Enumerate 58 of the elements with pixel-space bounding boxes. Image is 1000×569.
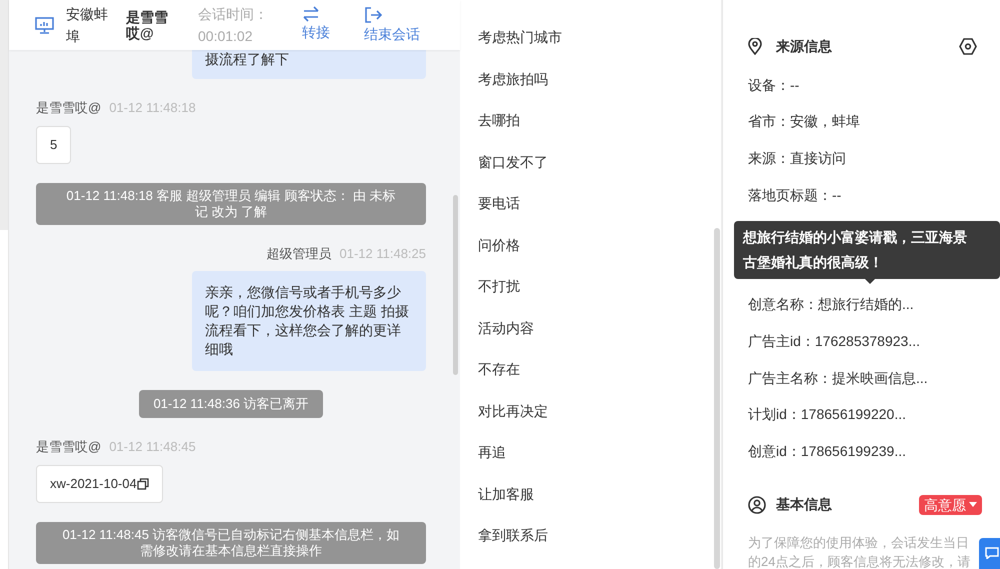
message-time: 01-12 11:48:25	[340, 244, 426, 262]
quick-reply-item[interactable]: 考虑热门城市	[478, 26, 721, 68]
info-row-text: 省市：安徽，蚌埠	[748, 112, 860, 132]
quick-reply-item[interactable]: 去哪拍	[478, 109, 721, 150]
sender-name: 超级管理员	[266, 244, 332, 262]
quick-reply-item[interactable]: 不打扰	[478, 275, 721, 316]
visitor-location: 安徽蚌埠	[66, 5, 109, 46]
system-notice: 01-12 11:48:45 访客微信号已自动标记右侧基本信息栏，如需修改请在基本信息栏直接操作	[36, 522, 426, 564]
quick-reply-item[interactable]: 不存在	[478, 358, 721, 400]
caret-icon	[969, 502, 977, 508]
info-row-text: 创意id：178656199239...	[748, 442, 906, 461]
message-text: xw-2021-10-04	[50, 474, 137, 493]
quick-reply-item[interactable]: 问价格	[478, 234, 721, 275]
quick-reply-item[interactable]: 活动内容	[478, 316, 721, 358]
message-bubble: 摄流程了解下	[192, 50, 426, 79]
scrollbar[interactable]	[453, 195, 458, 375]
message-time: 01-12 11:48:18	[109, 99, 196, 117]
exit-icon	[364, 6, 382, 24]
scrollbar[interactable]	[714, 228, 720, 569]
system-notice: 01-12 11:48:36 访客已离开	[139, 390, 323, 418]
visitor-name: 是雪雪哎@	[126, 9, 169, 41]
session-timer: 00:01:02	[198, 27, 254, 46]
section-title: 来源信息	[776, 36, 832, 56]
info-row-text: 广告主名称：提米映画信息...	[748, 368, 928, 388]
quick-reply-item[interactable]: 窗口发不了	[478, 150, 721, 192]
info-row-text: 设备：--	[748, 76, 800, 95]
end-session-button[interactable]: 结束会话	[364, 6, 420, 44]
monitor-icon	[35, 16, 54, 34]
quick-reply-item[interactable]: 让加客服	[478, 482, 721, 524]
tooltip-arrow	[865, 279, 875, 284]
info-row-text: 计划id：178656199220...	[748, 405, 906, 424]
tooltip: 想旅行结婚的小富婆请戳，三亚海景古堡婚礼真的很高级！	[734, 221, 1000, 279]
quick-reply-item[interactable]: 再追	[478, 441, 721, 482]
sender-name: 是雪雪哎@	[36, 99, 102, 117]
section-title: 基本信息	[776, 495, 832, 514]
user-circle-icon	[748, 496, 766, 514]
message-bubble: 亲亲，您微信号或者手机号多少呢？咱们加您发价格表 主题 拍摄流程看下，这样您会了解的更详细哦	[192, 271, 426, 371]
settings-icon[interactable]	[959, 38, 977, 54]
quick-reply-item[interactable]: 要电话	[478, 192, 721, 234]
info-row-text: 广告主id：176285378923...	[748, 332, 920, 351]
swap-icon	[302, 6, 320, 22]
info-row-text: 落地页标题：--	[748, 186, 842, 205]
location-pin-icon	[748, 38, 762, 54]
intent-dropdown[interactable]: 高意愿	[919, 494, 982, 515]
sender-name: 是雪雪哎@	[36, 438, 102, 456]
quick-reply-item[interactable]: 考虑旅拍吗	[478, 68, 721, 109]
info-row-text: 创意名称：想旅行结婚的...	[748, 295, 914, 314]
message-text: 5	[50, 136, 58, 154]
system-notice: 01-12 11:48:18 客服 超级管理员 编辑 顾客状态： 由 未标记 改为 了解	[36, 182, 426, 224]
info-note: 为了保障您的使用体验，会话发生当日的24点之后，顾客信息将无法修改，请	[748, 534, 972, 569]
info-row-text: 来源：直接访问	[748, 148, 846, 168]
copy-icon[interactable]	[136, 478, 149, 490]
timer-label: 会话时间：	[198, 5, 269, 24]
quick-reply-item[interactable]: 对比再决定	[478, 400, 721, 441]
quick-reply-item[interactable]: 拿到联系后	[478, 524, 721, 566]
message-icon	[985, 547, 999, 559]
transfer-button[interactable]: 转接	[302, 6, 330, 44]
message-time: 01-12 11:48:45	[109, 438, 196, 456]
